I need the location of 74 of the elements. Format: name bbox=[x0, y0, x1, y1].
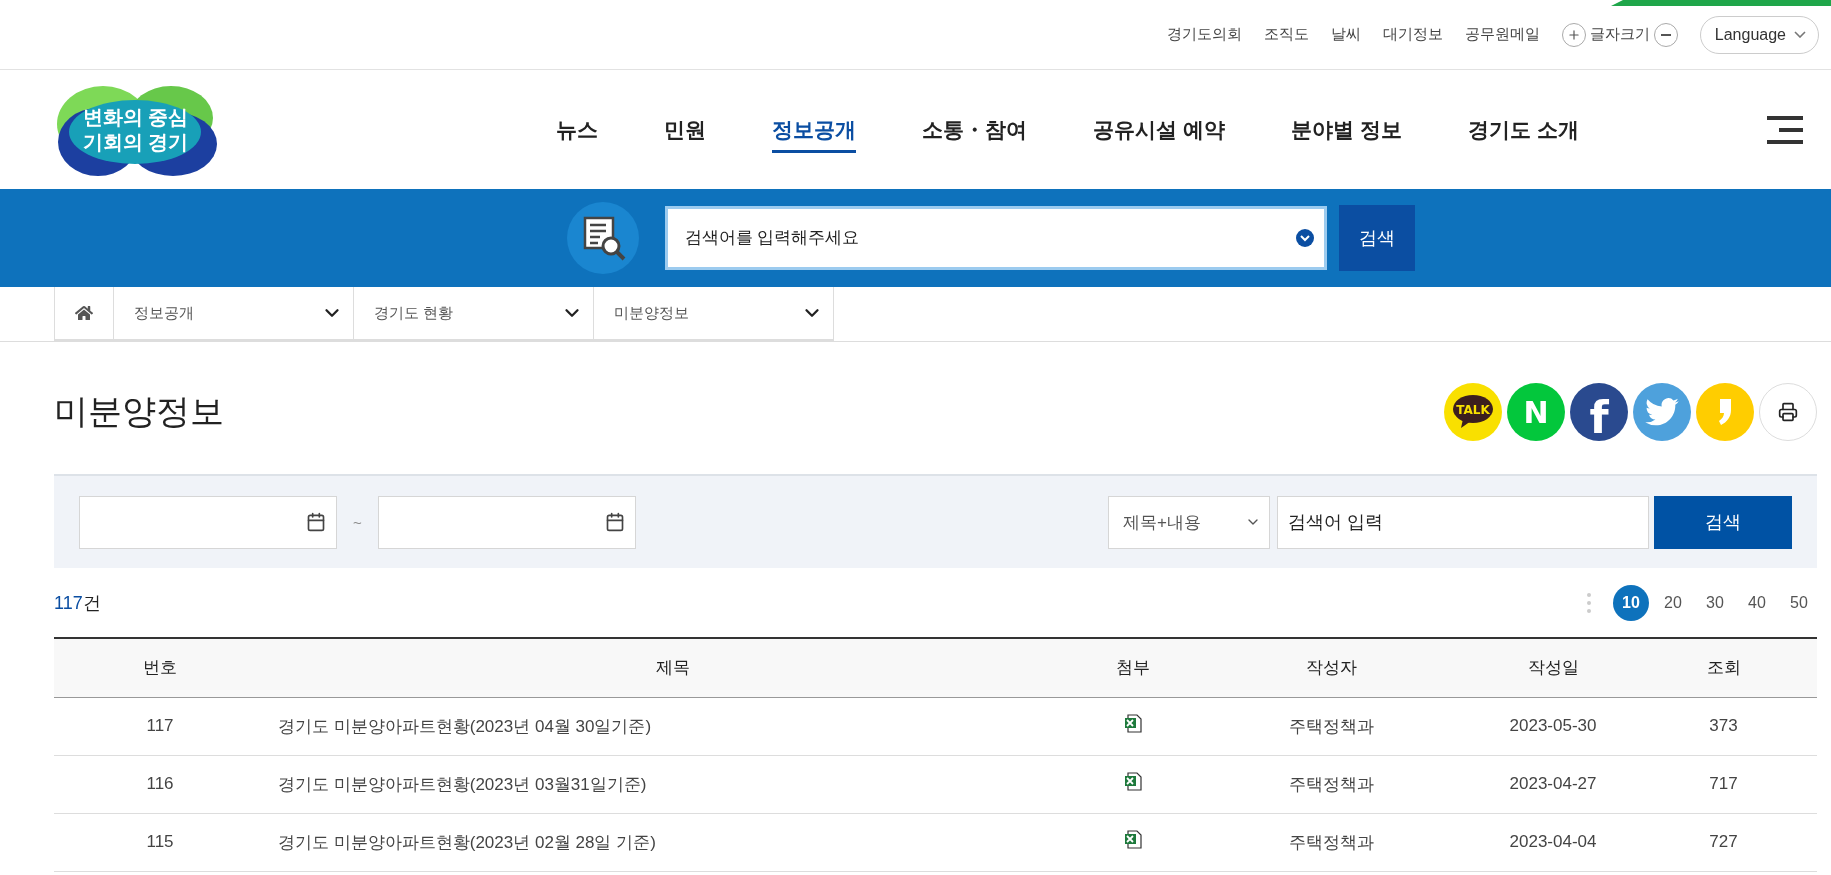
utility-link[interactable]: 대기정보 bbox=[1382, 25, 1443, 44]
search-field[interactable]: 검색어를 입력해주세요 bbox=[664, 206, 1327, 270]
calendar-icon[interactable] bbox=[605, 512, 625, 532]
home-button[interactable] bbox=[54, 287, 114, 341]
comma-icon bbox=[1718, 399, 1732, 425]
search-button[interactable]: 검색 bbox=[1654, 495, 1792, 549]
date-cell: 2023-04-27 bbox=[1476, 755, 1630, 813]
chevron-down-icon bbox=[1794, 31, 1806, 38]
date-cell: 2023-04-04 bbox=[1476, 813, 1630, 871]
language-button[interactable]: Language bbox=[1699, 15, 1819, 54]
utility-link[interactable]: 조직도 bbox=[1263, 25, 1309, 44]
font-increase-button[interactable] bbox=[1561, 22, 1586, 47]
range-separator: ~ bbox=[352, 513, 363, 531]
plus-icon bbox=[1566, 27, 1581, 42]
bird-icon bbox=[1645, 398, 1679, 426]
column-header: 조회 bbox=[1630, 638, 1817, 697]
writer-cell: 주택정책과 bbox=[1186, 697, 1476, 755]
utility-link[interactable]: 날씨 bbox=[1330, 25, 1361, 44]
writer-cell: 주택정책과 bbox=[1186, 813, 1476, 871]
nav-tab[interactable]: 민원 bbox=[664, 106, 707, 153]
calendar-icon[interactable] bbox=[306, 512, 326, 532]
end-date-field[interactable] bbox=[378, 495, 636, 549]
search-button[interactable]: 검색 bbox=[1338, 205, 1415, 271]
number-cell: 117 bbox=[54, 697, 266, 755]
page-size-option[interactable]: 20 bbox=[1655, 584, 1691, 621]
page-title: 미분양정보 bbox=[54, 391, 224, 432]
views-cell: 373 bbox=[1630, 697, 1817, 755]
writer-cell: 주택정책과 bbox=[1186, 755, 1476, 813]
column-header: 작성일 bbox=[1476, 638, 1630, 697]
page-size-option[interactable]: 10 bbox=[1613, 584, 1649, 621]
excel-file-icon[interactable] bbox=[1123, 772, 1143, 791]
nav-tab[interactable]: 뉴스 bbox=[556, 106, 599, 153]
page-size-option[interactable]: 30 bbox=[1697, 584, 1733, 621]
breadcrumb-dropdown[interactable]: 경기도 현황 bbox=[354, 287, 594, 341]
font-size-label: 글자크기 bbox=[1589, 25, 1650, 44]
start-date-field[interactable] bbox=[79, 495, 337, 549]
nav-tab[interactable]: 정보공개 bbox=[772, 106, 857, 153]
facebook-share-button[interactable]: f bbox=[1570, 383, 1628, 441]
result-count: 117건 bbox=[54, 591, 101, 615]
dropdown-icon[interactable] bbox=[1295, 229, 1314, 247]
nav-tab[interactable]: 경기도 소개 bbox=[1467, 106, 1579, 153]
column-header: 번호 bbox=[54, 638, 266, 697]
search-type-select[interactable]: 제목+내용 bbox=[1108, 495, 1270, 549]
title-link[interactable]: 경기도 미분양아파트현황(2023년 04월 30일기준) bbox=[266, 697, 1080, 755]
page-size-option[interactable]: 40 bbox=[1739, 584, 1775, 621]
utility-link[interactable]: 공무원메일 bbox=[1464, 25, 1540, 44]
printer-icon bbox=[1778, 402, 1798, 422]
twitter-share-button[interactable] bbox=[1633, 383, 1691, 441]
column-header: 제목 bbox=[266, 638, 1080, 697]
number-cell: 115 bbox=[54, 813, 266, 871]
nav-tab[interactable]: 소통・참여 bbox=[922, 106, 1028, 153]
nav-tab[interactable]: 분야별 정보 bbox=[1291, 106, 1402, 153]
title-link[interactable]: 경기도 미분양아파트현황(2023년 03월31일기준) bbox=[266, 755, 1080, 813]
excel-file-icon[interactable] bbox=[1123, 830, 1143, 849]
title-link[interactable]: 경기도 미분양아파트현황(2023년 02월 28일 기준) bbox=[266, 813, 1080, 871]
date-cell: 2023-05-30 bbox=[1476, 697, 1630, 755]
minus-icon bbox=[1660, 33, 1671, 36]
divider-dots-icon bbox=[1587, 592, 1591, 613]
utility-link[interactable]: 경기도의회 bbox=[1166, 25, 1242, 44]
breadcrumb-dropdown[interactable]: 정보공개 bbox=[114, 287, 354, 341]
column-header: 작성자 bbox=[1186, 638, 1476, 697]
kakaotalk-share-button[interactable]: TALK bbox=[1444, 383, 1502, 441]
breadcrumb-dropdown[interactable]: 미분양정보 bbox=[594, 287, 834, 341]
page-size-option[interactable]: 50 bbox=[1781, 584, 1817, 621]
column-header: 첨부 bbox=[1080, 638, 1186, 697]
excel-file-icon[interactable] bbox=[1123, 714, 1143, 733]
number-cell: 116 bbox=[54, 755, 266, 813]
keyword-field[interactable]: 검색어 입력 bbox=[1277, 495, 1649, 549]
views-cell: 717 bbox=[1630, 755, 1817, 813]
menu-icon[interactable] bbox=[1767, 115, 1803, 144]
views-cell: 727 bbox=[1630, 813, 1817, 871]
home-icon bbox=[75, 304, 93, 322]
font-decrease-button[interactable] bbox=[1653, 22, 1678, 47]
nav-tab[interactable]: 공유시설 예약 bbox=[1093, 106, 1226, 153]
